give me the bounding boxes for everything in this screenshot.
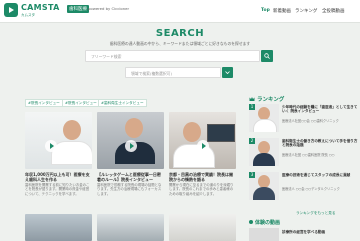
powered-by-text: powered by Ciccioner bbox=[88, 6, 130, 11]
ranking-thumbnail[interactable]: 3 bbox=[249, 172, 279, 200]
play-icon bbox=[197, 140, 209, 152]
section-thumbnail[interactable] bbox=[249, 228, 279, 241]
search-subtitle: 歯科医療の達人動画の中から、キーワードまたは領域ごとに好きなものを探せます bbox=[109, 41, 251, 46]
ranking-heading: ランキング bbox=[257, 97, 285, 103]
section-item-title[interactable]: 診療所の経営を学べる動画 bbox=[282, 230, 360, 235]
nav-ranking[interactable]: ランキング bbox=[295, 8, 317, 14]
section-heading: 体験の動画 bbox=[255, 220, 281, 226]
search-icon bbox=[264, 53, 270, 59]
nav-new-videos[interactable]: 新着動画 bbox=[273, 8, 291, 14]
ranking-title[interactable]: 医療の技術を通じてスタッフの成長に貢献 bbox=[282, 173, 360, 177]
video-title[interactable]: 京都・目黒の治療で実績！院長は開院からの情熱を語る bbox=[169, 172, 236, 182]
search-button[interactable] bbox=[261, 50, 273, 62]
tag-interview-2[interactable]: #院長インタビュー bbox=[62, 99, 100, 107]
video-thumbnail[interactable] bbox=[97, 112, 164, 169]
ranking-item[interactable]: 1 少年時代の経験を糧に「歯医者」として生きていく 院長インタビュー 医療法人社… bbox=[249, 104, 360, 132]
ranking-item[interactable]: 3 医療の技術を通じてスタッフの成長に貢献 医療法人 ○○会 ○○デンタルクリニ… bbox=[249, 172, 360, 200]
ranking-title[interactable]: 少年時代の経験を糧に「歯医者」として生きていく 院長インタビュー bbox=[282, 105, 360, 114]
site-logo[interactable]: CAMSTA bbox=[21, 3, 60, 12]
tag-hygienist-interview[interactable]: #歯科衛生士インタビュー bbox=[98, 99, 147, 107]
video-thumbnail[interactable] bbox=[169, 214, 236, 241]
logo-icon[interactable] bbox=[4, 3, 18, 17]
ranking-number: 2 bbox=[249, 138, 255, 144]
video-description: 歯科医院で勤務する院長の現場の話題となります。先生方の治療現場にもフォーカスしま… bbox=[97, 183, 162, 196]
category-select-button[interactable] bbox=[222, 67, 233, 78]
crown-icon bbox=[249, 97, 255, 101]
video-thumbnail[interactable] bbox=[25, 214, 92, 241]
search-title: SEARCH bbox=[155, 28, 205, 39]
section-item[interactable]: 診療所の経営を学べる動画 bbox=[249, 228, 360, 241]
category-badge: 歯科医療 bbox=[67, 5, 89, 13]
ranking-description: 医療法人 ○○会 ○○デンタルクリニック bbox=[282, 187, 340, 191]
video-thumbnail[interactable] bbox=[169, 112, 236, 169]
search-input[interactable]: フリーワード検索 bbox=[85, 50, 260, 62]
section-bullet-icon bbox=[249, 220, 253, 224]
tag-interview[interactable]: #院長インタビュー bbox=[25, 99, 63, 107]
video-thumbnail[interactable] bbox=[25, 112, 92, 169]
video-thumbnail[interactable] bbox=[97, 214, 164, 241]
video-description: 開業から現在に至るまでの道のりを深堀りします。院長のこれまでの歩みと患者様のため… bbox=[169, 183, 234, 196]
ranking-number: 1 bbox=[249, 104, 255, 110]
play-icon bbox=[125, 140, 137, 152]
ranking-title[interactable]: 歯科衛生士の働き方の教えについて手を借り方と院長の話題 bbox=[282, 139, 360, 148]
video-title[interactable]: 年収1,000万円以上も可！医療を支え歯科人生を作る bbox=[25, 172, 92, 182]
site-logo-sub: カムスタ bbox=[21, 13, 35, 17]
play-icon bbox=[45, 140, 57, 152]
video-title[interactable]: 【ルレッタゲームと医療従事一日密着のルール】院長インタビュー bbox=[97, 172, 164, 182]
ranking-thumbnail[interactable]: 2 bbox=[249, 138, 279, 166]
video-description: 歯科医院を開業する前に知りたいお金のことを院長が語ります。開業時の資金や経営につ… bbox=[25, 183, 90, 196]
ranking-thumbnail[interactable]: 1 bbox=[249, 104, 279, 132]
nav-top[interactable]: Top bbox=[261, 8, 270, 13]
ranking-number: 3 bbox=[249, 172, 255, 178]
ranking-item[interactable]: 2 歯科衛生士の働き方の教えについて手を借り方と院長の話題 医療法人社団 ○○歯… bbox=[249, 138, 360, 166]
ranking-more-link[interactable]: ランキングをもっと見る bbox=[296, 211, 335, 216]
chevron-down-icon bbox=[225, 71, 230, 75]
ranking-description: 医療法人社団 ○○歯科医院 院長 ○○ bbox=[282, 153, 335, 157]
site-header: CAMSTA カムスタ 歯科医療 powered by Ciccioner To… bbox=[0, 0, 360, 23]
nav-all-videos[interactable]: 全投稿動画 bbox=[322, 8, 345, 14]
ranking-description: 医療法人社団○○会 ○○歯科クリニック bbox=[282, 119, 339, 123]
category-select[interactable]: 領域で検索(複数選択可) bbox=[125, 67, 221, 78]
